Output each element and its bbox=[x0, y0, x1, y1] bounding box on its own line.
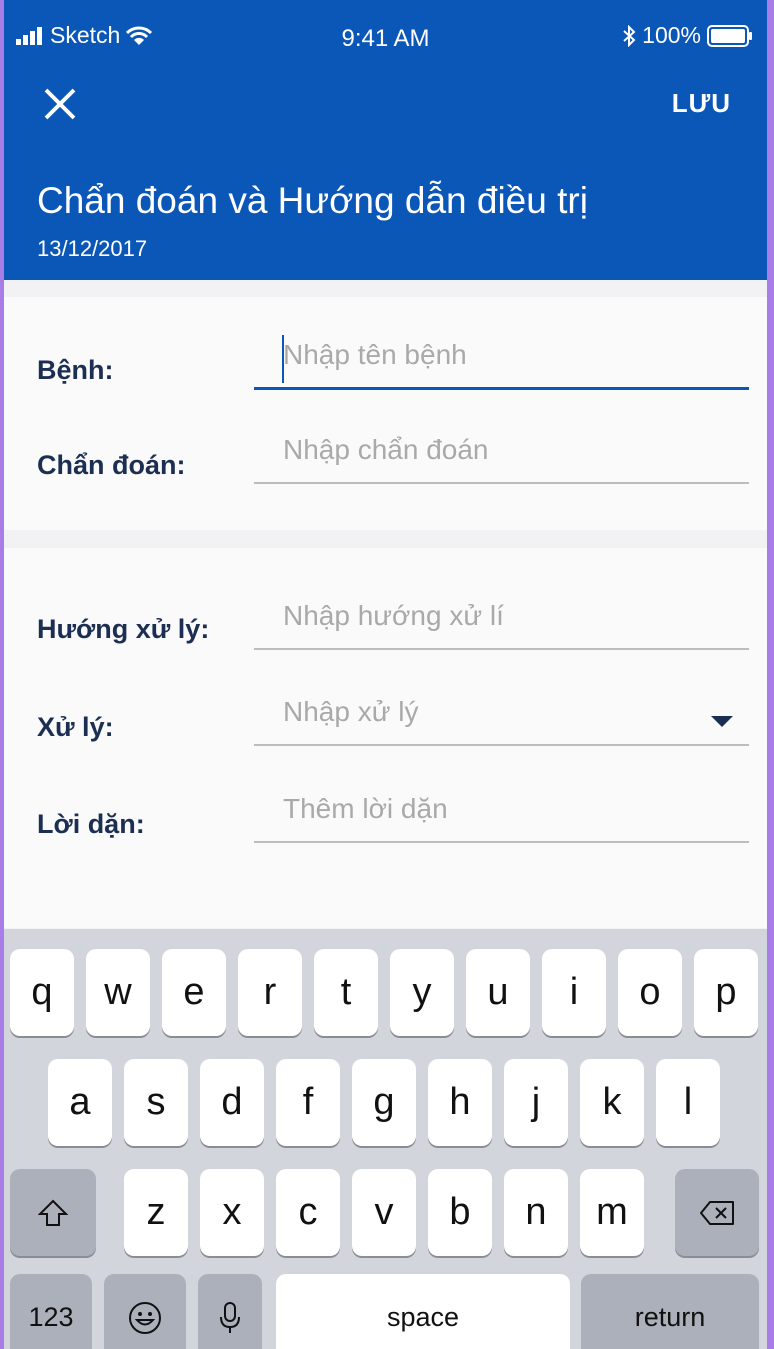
disease-label: Bệnh: bbox=[37, 355, 114, 385]
treatment-section: Hướng xử lý: Nhập hướng xử lí Xử lý: Nhậ… bbox=[4, 548, 767, 928]
key-w[interactable]: w bbox=[86, 949, 150, 1036]
battery-percent: 100% bbox=[642, 22, 701, 48]
key-c[interactable]: c bbox=[276, 1169, 340, 1256]
header: Sketch 9:41 AM 100% LƯU Chẩn đoán và Hướ… bbox=[4, 0, 767, 280]
shift-icon bbox=[38, 1199, 68, 1226]
app-screen: Sketch 9:41 AM 100% LƯU Chẩn đoán và Hướ… bbox=[4, 0, 767, 1349]
close-icon bbox=[44, 88, 76, 120]
backspace-key[interactable] bbox=[675, 1169, 759, 1256]
diagnosis-label: Chẩn đoán: bbox=[37, 450, 186, 480]
direction-input[interactable]: Nhập hướng xử lí bbox=[254, 594, 749, 650]
diagnosis-section: Bệnh: Nhập tên bệnh Chẩn đoán: Nhập chẩn… bbox=[4, 297, 767, 530]
key-g[interactable]: g bbox=[352, 1059, 416, 1146]
treatment-placeholder: Nhập xử lý bbox=[283, 696, 419, 727]
key-l[interactable]: l bbox=[656, 1059, 720, 1146]
microphone-icon bbox=[220, 1301, 240, 1333]
key-z[interactable]: z bbox=[124, 1169, 188, 1256]
treatment-label: Xử lý: bbox=[37, 712, 114, 742]
key-t[interactable]: t bbox=[314, 949, 378, 1036]
direction-label: Hướng xử lý: bbox=[37, 614, 210, 644]
advice-label: Lời dặn: bbox=[37, 809, 145, 839]
shift-key[interactable] bbox=[10, 1169, 96, 1256]
dictation-key[interactable] bbox=[198, 1274, 262, 1349]
key-u[interactable]: u bbox=[466, 949, 530, 1036]
key-x[interactable]: x bbox=[200, 1169, 264, 1256]
key-p[interactable]: p bbox=[694, 949, 758, 1036]
key-s[interactable]: s bbox=[124, 1059, 188, 1146]
status-bar: Sketch 9:41 AM 100% bbox=[4, 20, 767, 54]
page-title: Chẩn đoán và Hướng dẫn điều trị bbox=[37, 180, 588, 221]
key-e[interactable]: e bbox=[162, 949, 226, 1036]
treatment-row: Xử lý: Nhập xử lý bbox=[4, 690, 767, 750]
backspace-icon bbox=[700, 1200, 734, 1225]
close-button[interactable] bbox=[40, 84, 80, 124]
bluetooth-icon bbox=[623, 24, 636, 47]
emoji-icon bbox=[129, 1301, 161, 1334]
key-j[interactable]: j bbox=[504, 1059, 568, 1146]
key-i[interactable]: i bbox=[542, 949, 606, 1036]
disease-row: Bệnh: Nhập tên bệnh bbox=[4, 333, 767, 393]
advice-input[interactable]: Thêm lời dặn bbox=[254, 787, 749, 843]
keyboard: q w e r t y u i o p a s d f g h j k l z … bbox=[4, 929, 767, 1349]
key-r[interactable]: r bbox=[238, 949, 302, 1036]
battery-group: 100% bbox=[622, 22, 753, 49]
key-y[interactable]: y bbox=[390, 949, 454, 1036]
key-k[interactable]: k bbox=[580, 1059, 644, 1146]
diagnosis-placeholder: Nhập chẩn đoán bbox=[283, 434, 489, 465]
disease-placeholder: Nhập tên bệnh bbox=[283, 339, 467, 370]
key-v[interactable]: v bbox=[352, 1169, 416, 1256]
advice-row: Lời dặn: Thêm lời dặn bbox=[4, 787, 767, 847]
key-h[interactable]: h bbox=[428, 1059, 492, 1146]
key-f[interactable]: f bbox=[276, 1059, 340, 1146]
key-b[interactable]: b bbox=[428, 1169, 492, 1256]
chevron-down-icon bbox=[711, 716, 733, 727]
key-n[interactable]: n bbox=[504, 1169, 568, 1256]
key-o[interactable]: o bbox=[618, 949, 682, 1036]
space-key[interactable]: space bbox=[276, 1274, 570, 1349]
treatment-dropdown[interactable]: Nhập xử lý bbox=[254, 690, 749, 746]
diagnosis-input[interactable]: Nhập chẩn đoán bbox=[254, 428, 749, 484]
battery-icon bbox=[707, 24, 752, 47]
key-q[interactable]: q bbox=[10, 949, 74, 1036]
key-d[interactable]: d bbox=[200, 1059, 264, 1146]
direction-row: Hướng xử lý: Nhập hướng xử lí bbox=[4, 594, 767, 654]
direction-placeholder: Nhập hướng xử lí bbox=[283, 600, 504, 631]
disease-input[interactable]: Nhập tên bệnh bbox=[254, 333, 749, 390]
numbers-key[interactable]: 123 bbox=[10, 1274, 92, 1349]
key-m[interactable]: m bbox=[580, 1169, 644, 1256]
diagnosis-row: Chẩn đoán: Nhập chẩn đoán bbox=[4, 428, 767, 488]
page-date: 13/12/2017 bbox=[37, 236, 148, 261]
save-button[interactable]: LƯU bbox=[672, 88, 731, 119]
key-a[interactable]: a bbox=[48, 1059, 112, 1146]
advice-placeholder: Thêm lời dặn bbox=[283, 793, 448, 824]
return-key[interactable]: return bbox=[581, 1274, 759, 1349]
emoji-key[interactable] bbox=[104, 1274, 186, 1349]
